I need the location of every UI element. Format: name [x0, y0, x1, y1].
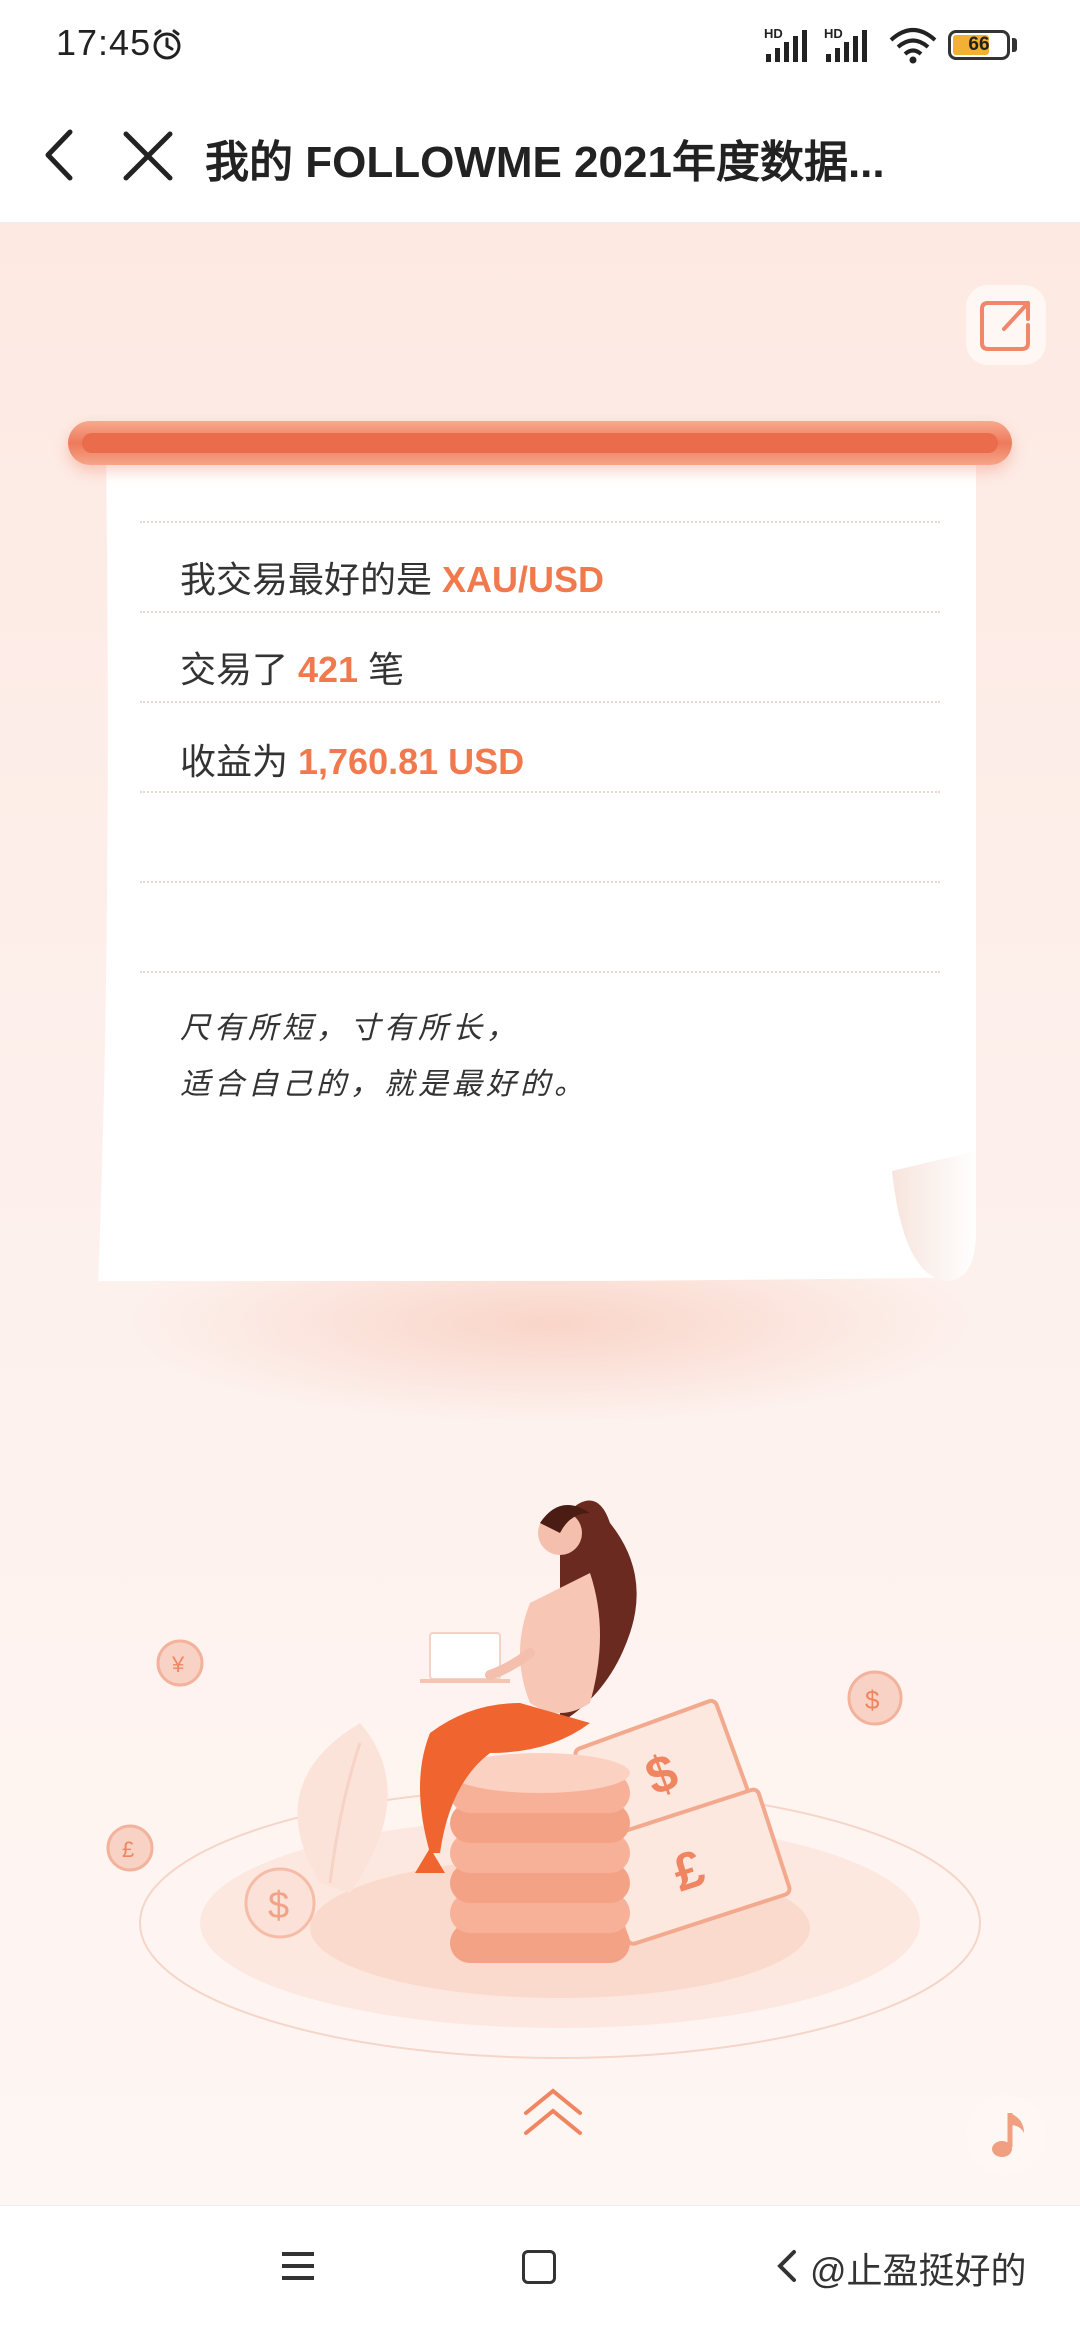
report-page: 我交易最好的是 XAU/USD 交易了 421 笔 收益为 1,760.81 U…: [0, 223, 1080, 2205]
share-icon: [980, 301, 1030, 351]
best-symbol-row: 我交易最好的是 XAU/USD: [180, 559, 605, 600]
music-button[interactable]: [966, 2095, 1046, 2175]
signal-icon-2: HD: [824, 26, 867, 62]
quote-line-1: 尺有所短，寸有所长，: [180, 1011, 520, 1046]
svg-text:¥: ¥: [171, 1652, 185, 1677]
signal-icon: HD: [764, 26, 807, 62]
svg-text:$: $: [268, 1885, 289, 1927]
profit-value: 1,760.81 USD: [298, 741, 525, 782]
scroll-rod: [68, 421, 1012, 465]
quote-line-2: 适合自己的，就是最好的。: [180, 1067, 588, 1102]
trade-count-value: 421: [298, 649, 359, 690]
menu-icon[interactable]: [278, 2246, 318, 2286]
system-nav-bar: @止盈挺好的: [0, 2205, 1080, 2341]
alarm-icon: [153, 29, 181, 60]
trade-count-row: 交易了 421 笔: [180, 649, 405, 690]
svg-text:£: £: [122, 1837, 134, 1862]
chevron-up-icon[interactable]: [520, 2083, 586, 2143]
battery-icon: 66: [948, 30, 1010, 60]
best-symbol-value: XAU/USD: [442, 559, 605, 600]
svg-text:HD: HD: [764, 26, 783, 41]
battery-level: 66: [968, 34, 990, 55]
wifi-icon: [889, 28, 937, 64]
profit-row: 收益为 1,760.81 USD: [180, 741, 525, 782]
home-icon[interactable]: [522, 2250, 556, 2284]
woman-on-coins-illustration: $ £ ¥ £ $ $: [106, 1500, 981, 2059]
close-icon[interactable]: [118, 120, 178, 190]
page-title: 我的 FOLLOWME 2021年度数据...: [205, 138, 885, 187]
back-arrow-icon[interactable]: [30, 120, 90, 190]
music-note-icon: [992, 2113, 1024, 2157]
svg-text:HD: HD: [824, 26, 843, 41]
nav-bar: 我的 FOLLOWME 2021年度数据...: [0, 92, 1080, 223]
svg-text:$: $: [865, 1685, 880, 1715]
back-icon[interactable]: [772, 2246, 802, 2286]
share-button[interactable]: [966, 285, 1046, 365]
status-bar: 17:45 HD HD 66: [0, 0, 1080, 92]
clock: 17:45: [56, 22, 152, 63]
watermark: @止盈挺好的: [810, 2250, 1027, 2291]
